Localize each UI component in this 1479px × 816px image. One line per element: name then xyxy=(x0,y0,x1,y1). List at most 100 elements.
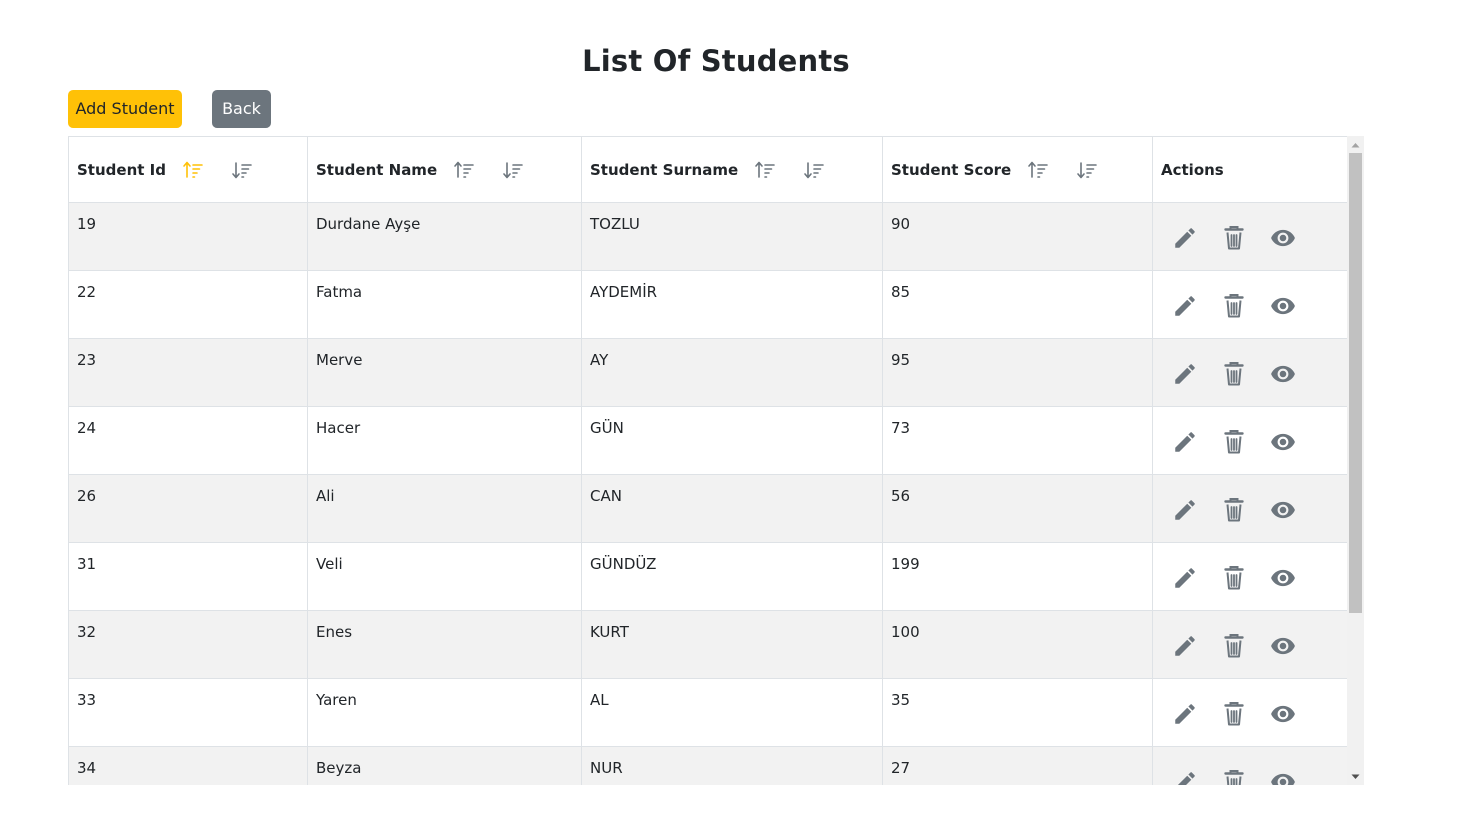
view-icon[interactable] xyxy=(1269,360,1297,388)
student-list-page: List Of Students Add Student Back Studen… xyxy=(0,0,1479,816)
table-row: 22 Fatma AYDEMİR 85 xyxy=(68,270,1348,339)
scroll-down-arrow[interactable] xyxy=(1347,768,1364,785)
view-icon[interactable] xyxy=(1269,564,1297,592)
delete-icon[interactable] xyxy=(1220,632,1248,660)
edit-icon[interactable] xyxy=(1171,632,1199,660)
sort-ascending-icon[interactable] xyxy=(1025,157,1051,183)
actions-cell xyxy=(1152,542,1348,611)
sort-descending-icon[interactable] xyxy=(1074,157,1100,183)
column-header-content: Student Score xyxy=(891,157,1144,183)
actions-cell xyxy=(1152,474,1348,543)
row-actions xyxy=(1171,748,1339,785)
student-name-cell: Enes xyxy=(307,610,582,679)
student-id-cell: 34 xyxy=(68,746,308,785)
edit-icon[interactable] xyxy=(1171,564,1199,592)
sort-descending-icon[interactable] xyxy=(801,157,827,183)
delete-icon[interactable] xyxy=(1220,292,1248,320)
student-score-cell: 90 xyxy=(882,202,1153,271)
scroll-up-arrow[interactable] xyxy=(1347,136,1364,153)
actions-cell xyxy=(1152,746,1348,785)
edit-icon[interactable] xyxy=(1171,700,1199,728)
add-student-button[interactable]: Add Student xyxy=(68,90,182,128)
edit-icon[interactable] xyxy=(1171,428,1199,456)
delete-icon[interactable] xyxy=(1220,768,1248,785)
sort-descending-icon[interactable] xyxy=(500,157,526,183)
sort-ascending-icon[interactable] xyxy=(451,157,477,183)
student-score-cell: 85 xyxy=(882,270,1153,339)
back-button[interactable]: Back xyxy=(212,90,271,128)
delete-icon[interactable] xyxy=(1220,224,1248,252)
view-icon[interactable] xyxy=(1269,632,1297,660)
student-surname-cell: GÜNDÜZ xyxy=(581,542,883,611)
view-icon[interactable] xyxy=(1269,700,1297,728)
view-icon[interactable] xyxy=(1269,768,1297,785)
column-header-content: Student Name xyxy=(316,157,573,183)
student-score-cell: 73 xyxy=(882,406,1153,475)
student-score-cell: 95 xyxy=(882,338,1153,407)
sort-descending-icon[interactable] xyxy=(229,157,255,183)
student-id-cell: 31 xyxy=(68,542,308,611)
view-icon[interactable] xyxy=(1269,496,1297,524)
row-actions xyxy=(1171,408,1339,474)
delete-icon[interactable] xyxy=(1220,428,1248,456)
header-row: Student Id Student Name Student Surname Stu… xyxy=(68,136,1348,203)
student-name-cell: Hacer xyxy=(307,406,582,475)
column-header-label: Student Id xyxy=(77,160,166,179)
row-actions xyxy=(1171,476,1339,542)
page-title: List Of Students xyxy=(582,44,850,78)
student-id-cell: 24 xyxy=(68,406,308,475)
actions-cell xyxy=(1152,610,1348,679)
delete-icon[interactable] xyxy=(1220,496,1248,524)
view-icon[interactable] xyxy=(1269,224,1297,252)
column-header-student-score: Student Score xyxy=(882,136,1153,203)
student-id-cell: 23 xyxy=(68,338,308,407)
view-icon[interactable] xyxy=(1269,428,1297,456)
student-name-cell: Fatma xyxy=(307,270,582,339)
student-name-cell: Durdane Ayşe xyxy=(307,202,582,271)
student-id-cell: 22 xyxy=(68,270,308,339)
view-icon[interactable] xyxy=(1269,292,1297,320)
table-row: 32 Enes KURT 100 xyxy=(68,610,1348,679)
column-header-label: Student Name xyxy=(316,160,438,179)
student-surname-cell: TOZLU xyxy=(581,202,883,271)
edit-icon[interactable] xyxy=(1171,292,1199,320)
actions-cell xyxy=(1152,270,1348,339)
edit-icon[interactable] xyxy=(1171,360,1199,388)
delete-icon[interactable] xyxy=(1220,564,1248,592)
students-table: Student Id Student Name Student Surname Stu… xyxy=(68,136,1348,785)
edit-icon[interactable] xyxy=(1171,768,1199,785)
edit-icon[interactable] xyxy=(1171,496,1199,524)
student-surname-cell: AY xyxy=(581,338,883,407)
student-score-cell: 35 xyxy=(882,678,1153,747)
sort-ascending-icon[interactable] xyxy=(752,157,778,183)
student-score-cell: 199 xyxy=(882,542,1153,611)
student-name-cell: Ali xyxy=(307,474,582,543)
delete-icon[interactable] xyxy=(1220,700,1248,728)
column-header-student-surname: Student Surname xyxy=(581,136,883,203)
delete-icon[interactable] xyxy=(1220,360,1248,388)
table-scrollbar[interactable] xyxy=(1347,136,1364,785)
row-actions xyxy=(1171,680,1339,746)
column-header-label: Student Score xyxy=(891,160,1012,179)
actions-cell xyxy=(1152,338,1348,407)
column-header-content: Actions xyxy=(1161,161,1339,179)
row-actions xyxy=(1171,544,1339,610)
table-row: 19 Durdane Ayşe TOZLU 90 xyxy=(68,202,1348,271)
column-header-label: Student Surname xyxy=(590,160,739,179)
student-score-cell: 56 xyxy=(882,474,1153,543)
row-actions xyxy=(1171,612,1339,678)
column-header-content: Student Surname xyxy=(590,157,874,183)
column-header-actions: Actions xyxy=(1152,136,1348,203)
table-row: 33 Yaren AL 35 xyxy=(68,678,1348,747)
edit-icon[interactable] xyxy=(1171,224,1199,252)
sort-ascending-icon[interactable] xyxy=(180,157,206,183)
scroll-thumb[interactable] xyxy=(1349,153,1362,613)
student-id-cell: 32 xyxy=(68,610,308,679)
column-header-student-name: Student Name xyxy=(307,136,582,203)
table-row: 31 Veli GÜNDÜZ 199 xyxy=(68,542,1348,611)
row-actions xyxy=(1171,340,1339,406)
student-surname-cell: KURT xyxy=(581,610,883,679)
student-id-cell: 19 xyxy=(68,202,308,271)
student-name-cell: Merve xyxy=(307,338,582,407)
student-score-cell: 27 xyxy=(882,746,1153,785)
